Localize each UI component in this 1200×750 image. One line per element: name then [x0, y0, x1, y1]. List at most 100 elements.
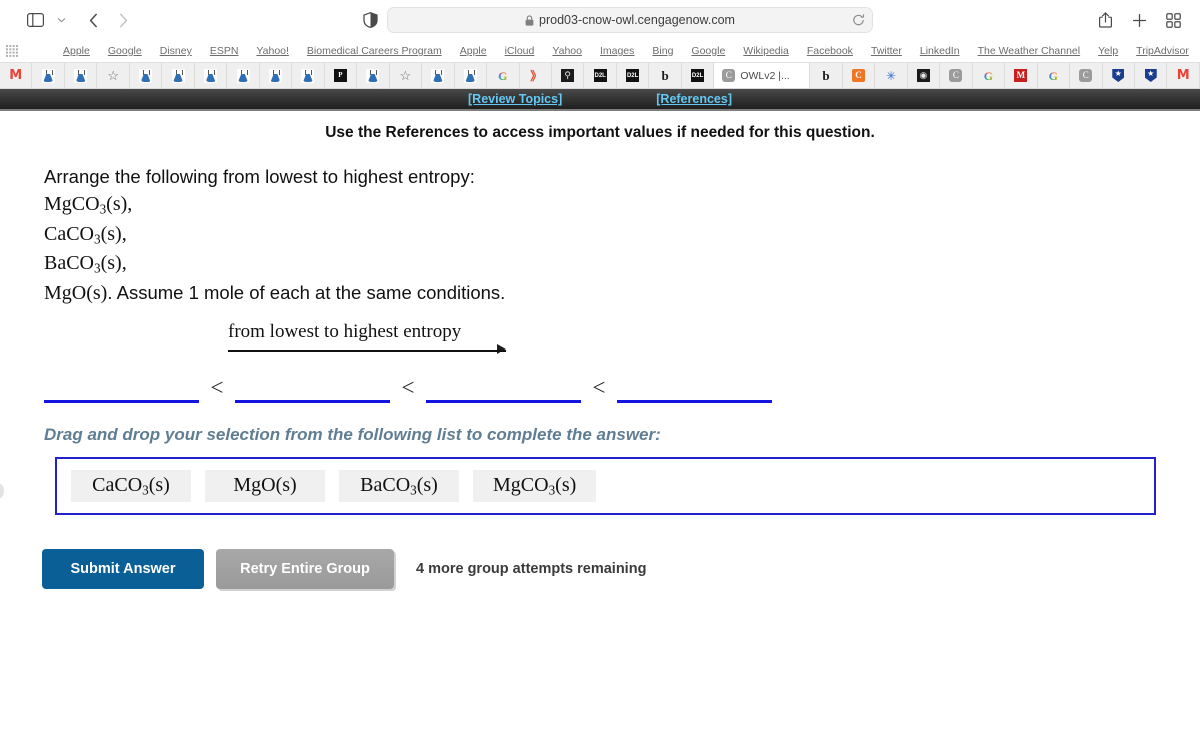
- tab[interactable]: C: [842, 63, 876, 88]
- tab[interactable]: ★: [1102, 63, 1135, 88]
- tab[interactable]: P: [324, 63, 358, 88]
- review-topics-link[interactable]: [Review Topics]: [468, 92, 562, 106]
- back-chevron-icon[interactable]: [78, 7, 108, 33]
- tab[interactable]: C: [1070, 63, 1103, 88]
- shield-star-icon: ★: [1144, 69, 1157, 82]
- bookmark-link[interactable]: Yelp: [1089, 45, 1127, 57]
- bookmark-link[interactable]: TripAdvisor: [1127, 45, 1198, 57]
- bookmark-link[interactable]: Yahoo: [543, 45, 591, 57]
- tab[interactable]: [194, 63, 228, 88]
- bookmark-link[interactable]: iCloud: [496, 45, 544, 57]
- arrow-head-icon: [497, 343, 506, 354]
- tab[interactable]: b: [810, 63, 843, 88]
- references-link[interactable]: [References]: [656, 92, 732, 106]
- tab-title: OWLv2 |...: [740, 69, 790, 82]
- tab[interactable]: ★: [1135, 63, 1168, 88]
- answer-blank[interactable]: [44, 375, 199, 403]
- bookmark-link[interactable]: Apple: [451, 45, 496, 57]
- cengage-icon: C: [722, 69, 736, 82]
- tab[interactable]: [422, 63, 455, 88]
- flask-icon: [139, 68, 153, 83]
- tab[interactable]: [64, 63, 98, 88]
- bookmark-link[interactable]: Wikipedia: [734, 45, 798, 57]
- tab[interactable]: [292, 63, 325, 88]
- retry-entire-group-button[interactable]: Retry Entire Group: [216, 548, 394, 589]
- tab-strip: M ☆ P ☆ G 》 ⚲ D2L D2L b D2L C OWLv2 |... b C ✳ ◉ C G M G C ★ ★ M: [0, 62, 1200, 88]
- navigation-arrows: [78, 7, 138, 33]
- answer-blank[interactable]: [617, 375, 772, 403]
- bookmark-link[interactable]: Bing: [643, 45, 682, 57]
- tab[interactable]: M: [1005, 63, 1038, 88]
- tab[interactable]: G: [1037, 63, 1071, 88]
- apps-grid-icon[interactable]: [6, 45, 18, 57]
- tab[interactable]: G: [487, 63, 520, 88]
- drag-item[interactable]: MgO(s): [205, 469, 325, 502]
- browser-chrome: prod03-cnow-owl.cengagenow.com Apple Goo…: [0, 0, 1200, 89]
- question-compound: MgCO3(s),: [44, 193, 133, 217]
- tab[interactable]: [32, 63, 65, 88]
- tab[interactable]: ✳: [875, 63, 908, 88]
- google-icon: G: [981, 69, 995, 83]
- drag-item[interactable]: CaCO3(s): [71, 469, 191, 502]
- arrow-caption-label: from lowest to highest entropy: [228, 320, 462, 342]
- flask-icon: [301, 68, 315, 83]
- bookmark-link[interactable]: Images: [591, 45, 643, 57]
- gmail-icon: M: [9, 68, 23, 83]
- sidebar-icon[interactable]: [20, 7, 50, 33]
- tab[interactable]: [259, 63, 293, 88]
- plus-icon[interactable]: [1124, 7, 1154, 33]
- bookmark-link[interactable]: Disney: [151, 45, 201, 57]
- tab[interactable]: ☆: [389, 63, 423, 88]
- bookmark-link[interactable]: Apple: [54, 45, 99, 57]
- tab-overview-grid-icon[interactable]: [1158, 7, 1188, 33]
- tab[interactable]: [227, 63, 260, 88]
- flask-icon: [171, 68, 185, 83]
- bookmark-link[interactable]: Twitter: [862, 45, 911, 57]
- drag-item[interactable]: BaCO3(s): [339, 469, 459, 502]
- tab[interactable]: [454, 63, 488, 88]
- tab[interactable]: M: [1167, 63, 1200, 88]
- tab[interactable]: D2L: [616, 63, 650, 88]
- bookmark-link[interactable]: Google: [682, 45, 734, 57]
- tab[interactable]: b: [649, 63, 682, 88]
- answer-blank[interactable]: [235, 375, 390, 403]
- tab[interactable]: D2L: [681, 63, 715, 88]
- question-compound-suffix: ,: [121, 222, 127, 245]
- address-bar[interactable]: prod03-cnow-owl.cengagenow.com: [387, 7, 873, 33]
- question-text: Arrange the following from lowest to hig…: [44, 164, 1200, 307]
- privacy-shield-icon[interactable]: [355, 7, 385, 33]
- submit-answer-button[interactable]: Submit Answer: [42, 548, 204, 589]
- bookmark-link[interactable]: Biomedical Careers Program: [298, 45, 451, 57]
- bookmark-link[interactable]: The Weather Channel: [969, 45, 1090, 57]
- cengage-icon: C: [1079, 69, 1093, 82]
- tab[interactable]: ☆: [97, 63, 130, 88]
- forward-chevron-icon[interactable]: [108, 7, 138, 33]
- less-than-separator: <: [210, 374, 224, 400]
- tab[interactable]: C: [940, 63, 973, 88]
- bookmark-link[interactable]: Yahoo!: [247, 45, 298, 57]
- tab[interactable]: [162, 63, 195, 88]
- tab[interactable]: ⚲: [551, 63, 585, 88]
- flask-icon: [204, 68, 218, 83]
- share-icon[interactable]: [1090, 7, 1120, 33]
- bookmark-link[interactable]: ESPN: [201, 45, 248, 57]
- tab[interactable]: G: [972, 63, 1006, 88]
- tab[interactable]: ◉: [907, 63, 941, 88]
- star-icon: ☆: [107, 68, 119, 83]
- chevron-down-icon[interactable]: [52, 17, 70, 23]
- tab[interactable]: [357, 63, 390, 88]
- question-compound-suffix: ,: [127, 193, 133, 216]
- reload-icon[interactable]: [852, 14, 865, 27]
- tab-active[interactable]: C OWLv2 |...: [714, 63, 811, 88]
- tab[interactable]: [129, 63, 163, 88]
- bookmark-link[interactable]: Facebook: [798, 45, 862, 57]
- blackboard-icon: b: [822, 68, 830, 83]
- drag-drop-bank[interactable]: CaCO3(s) MgO(s) BaCO3(s) MgCO3(s): [55, 456, 1156, 515]
- bookmark-link[interactable]: LinkedIn: [911, 45, 969, 57]
- tab[interactable]: M: [0, 63, 33, 88]
- answer-blank[interactable]: [426, 375, 581, 403]
- drag-item[interactable]: MgCO3(s): [473, 469, 597, 502]
- tab[interactable]: D2L: [584, 63, 617, 88]
- bookmark-link[interactable]: Google: [99, 45, 151, 57]
- tab[interactable]: 》: [519, 63, 552, 88]
